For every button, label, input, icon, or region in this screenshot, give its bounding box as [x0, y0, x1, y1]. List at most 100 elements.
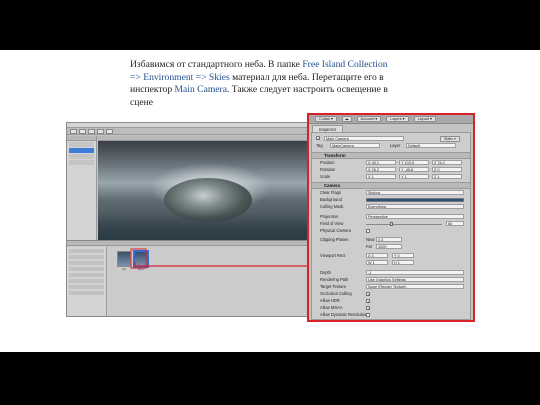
- asset-label: sky 2: [138, 268, 144, 271]
- project-folder-tree[interactable]: [67, 247, 107, 316]
- hand-tool-button[interactable]: [70, 128, 77, 134]
- viewport-x-field[interactable]: X 0: [366, 253, 388, 258]
- tag-dropdown[interactable]: MainCamera: [330, 143, 380, 148]
- viewport-w-field[interactable]: W 1: [366, 260, 388, 265]
- caption-text-1: Избавимся от стандартного неба. В папке: [130, 59, 303, 70]
- layout-button[interactable]: Layout ▾: [413, 116, 436, 122]
- fov-slider-handle[interactable]: [389, 222, 393, 226]
- static-dropdown[interactable]: Static ▾: [440, 136, 460, 142]
- folder-item[interactable]: [69, 255, 104, 259]
- position-z-field[interactable]: Z 76.2: [432, 160, 462, 165]
- object-active-checkbox[interactable]: ✓: [316, 136, 320, 141]
- folder-item[interactable]: [69, 249, 104, 253]
- viewport-y-field[interactable]: Y 0: [392, 253, 414, 258]
- viewport-h-field[interactable]: H 1: [392, 260, 414, 265]
- rotate-tool-button[interactable]: [88, 128, 95, 134]
- asset-label: sky: [122, 268, 126, 271]
- allow-msaa-label: Allow MSAA: [320, 305, 343, 310]
- allow-hdr-label: Allow HDR: [320, 298, 340, 303]
- unity-editor-window: sky sky 2: [66, 122, 308, 317]
- target-texture-field[interactable]: None (Render Texture): [366, 284, 464, 289]
- physical-camera-checkbox[interactable]: [366, 229, 370, 233]
- target-texture-label: Target Texture: [320, 284, 346, 289]
- background-row: Background: [312, 197, 470, 203]
- folder-item[interactable]: [69, 279, 104, 283]
- folder-item[interactable]: [69, 291, 104, 295]
- editor-toolbar: [67, 128, 307, 135]
- scale-y-field[interactable]: Y 1: [399, 174, 429, 179]
- inspector-body: ✓ Main Camera Static ▾ Tag MainCamera La…: [311, 132, 471, 320]
- depth-row: Depth -1: [312, 270, 470, 276]
- viewport-size-row: W 1 H 1: [312, 260, 470, 266]
- hierarchy-item[interactable]: [69, 142, 94, 147]
- depth-field[interactable]: -1: [366, 270, 464, 275]
- occlusion-row: Occlusion Culling ✓: [312, 291, 470, 297]
- background-color-swatch[interactable]: [366, 198, 464, 202]
- fov-label: Field of View: [320, 221, 344, 226]
- scale-tool-button[interactable]: [97, 128, 104, 134]
- cloud-icon[interactable]: ☁: [341, 116, 352, 122]
- rendering-path-dropdown[interactable]: Use Graphics Settings: [366, 277, 464, 282]
- position-y-field[interactable]: Y 103.5: [399, 160, 429, 165]
- sky-material-asset[interactable]: [117, 251, 131, 267]
- tab-inspector[interactable]: Inspector: [312, 125, 344, 132]
- position-x-field[interactable]: X 45.1: [366, 160, 396, 165]
- fov-slider-track[interactable]: [366, 224, 442, 225]
- rotation-row: Rotation X 26.2 Y -45.8 Z 0: [312, 167, 470, 173]
- layer-label: Layer: [390, 143, 401, 148]
- tag-layer-row: Tag MainCamera Layer Default: [312, 143, 470, 149]
- scene-view[interactable]: [98, 136, 307, 240]
- near-label: Near: [366, 237, 375, 242]
- msaa-row: Allow MSAA ✓: [312, 305, 470, 311]
- move-tool-button[interactable]: [79, 128, 86, 134]
- clipping-planes-row: Clipping Planes Near 0.3: [312, 237, 470, 243]
- hierarchy-item[interactable]: [69, 160, 94, 165]
- hierarchy-item-selected[interactable]: [69, 148, 94, 153]
- layer-dropdown[interactable]: Default: [406, 143, 456, 148]
- transform-header[interactable]: Transform: [312, 152, 470, 159]
- physical-camera-row: Physical Camera: [312, 228, 470, 234]
- allow-hdr-checkbox[interactable]: ✓: [366, 299, 370, 304]
- scale-label: Scale: [320, 174, 331, 179]
- folder-item[interactable]: [69, 273, 104, 277]
- project-panel: sky sky 2: [67, 240, 307, 316]
- clipping-planes-label: Clipping Planes: [320, 237, 349, 242]
- folder-item[interactable]: [69, 261, 104, 265]
- rotation-x-field[interactable]: X 26.2: [366, 167, 396, 172]
- occlusion-culling-checkbox[interactable]: ✓: [366, 292, 370, 297]
- clear-flags-dropdown[interactable]: Skybox: [366, 190, 464, 195]
- object-name-field[interactable]: Main Camera: [324, 136, 404, 141]
- folder-item[interactable]: [69, 285, 104, 289]
- fov-value-field[interactable]: 60: [446, 221, 464, 226]
- rotation-y-field[interactable]: Y -45.8: [399, 167, 429, 172]
- scene-tab[interactable]: [98, 136, 307, 141]
- hierarchy-item[interactable]: [69, 154, 94, 159]
- culling-mask-label: Culling Mask: [320, 204, 344, 209]
- rotation-z-field[interactable]: Z 0: [432, 167, 462, 172]
- folder-item[interactable]: [69, 267, 104, 271]
- account-button[interactable]: Account ▾: [356, 116, 382, 122]
- allow-msaa-checkbox[interactable]: ✓: [366, 306, 370, 311]
- depth-label: Depth: [320, 270, 331, 275]
- near-field[interactable]: 0.3: [376, 237, 402, 242]
- dynamic-resolution-row: Allow Dynamic Resolution: [312, 312, 470, 318]
- projection-dropdown[interactable]: Perspective: [366, 214, 464, 219]
- allow-dynamic-resolution-checkbox[interactable]: [366, 313, 370, 317]
- project-tab[interactable]: [67, 241, 307, 246]
- rect-tool-button[interactable]: [106, 128, 113, 134]
- viewport-rect-row: Viewport Rect X 0 Y 0: [312, 253, 470, 259]
- culling-mask-row: Culling Mask Everything: [312, 204, 470, 210]
- projection-row: Projection Perspective: [312, 214, 470, 220]
- projection-label: Projection: [320, 214, 339, 219]
- position-label: Position: [320, 160, 335, 165]
- culling-mask-dropdown[interactable]: Everything: [366, 204, 464, 209]
- rendering-path-label: Rendering Path: [320, 277, 349, 282]
- scale-z-field[interactable]: Z 1: [432, 174, 462, 179]
- camera-header[interactable]: Camera: [312, 182, 470, 189]
- scale-x-field[interactable]: X 1: [366, 174, 396, 179]
- layers-button[interactable]: Layers ▾: [386, 116, 409, 122]
- collab-button[interactable]: Collab ▾: [315, 116, 337, 122]
- hierarchy-tab[interactable]: [67, 136, 96, 141]
- sky-material-asset-selected[interactable]: [134, 251, 148, 267]
- far-field[interactable]: 1000: [376, 244, 402, 249]
